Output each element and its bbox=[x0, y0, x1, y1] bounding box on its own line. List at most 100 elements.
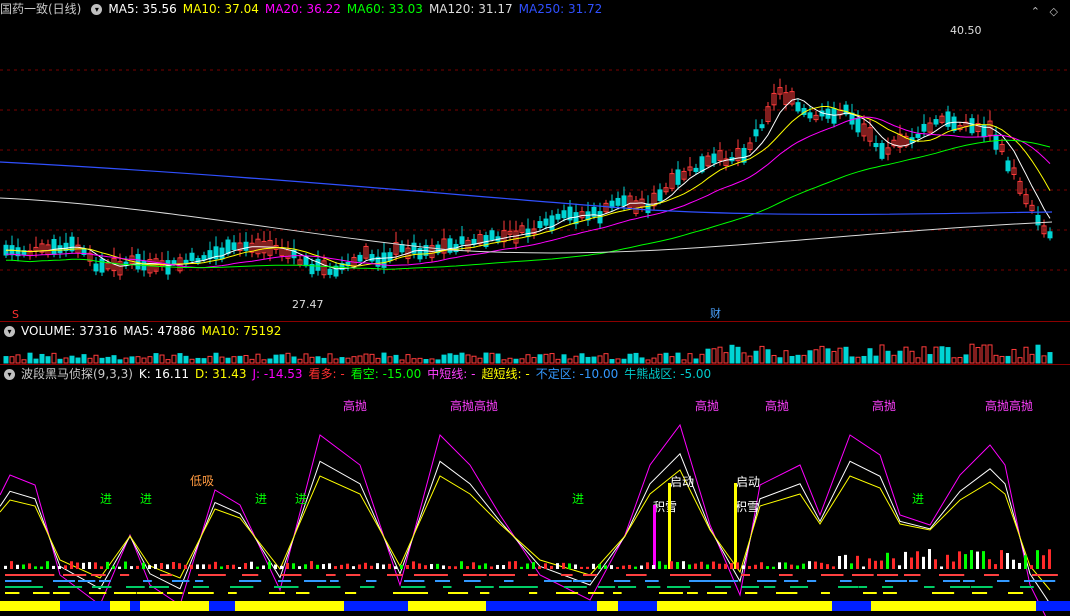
volume-bar bbox=[987, 344, 993, 364]
trend-band bbox=[110, 601, 130, 611]
candle-body bbox=[189, 252, 195, 262]
histogram-bar bbox=[10, 561, 13, 569]
candle-body bbox=[807, 112, 813, 119]
volume-bar bbox=[825, 348, 831, 364]
trend-band bbox=[683, 601, 723, 611]
collapse-icon[interactable]: ▾ bbox=[4, 326, 15, 337]
volume-bar bbox=[867, 348, 873, 364]
candle-body bbox=[51, 239, 57, 255]
ma5-line bbox=[6, 98, 1051, 270]
histogram-bar bbox=[64, 565, 67, 569]
histogram-bar bbox=[16, 564, 19, 569]
volume-bar bbox=[1011, 348, 1017, 364]
volume-bar bbox=[237, 355, 243, 364]
volume-bar bbox=[675, 352, 681, 364]
indicator-chart[interactable]: 高抛 高抛 高抛高抛高抛高抛 高抛高抛进进进进进进低吸 启动 启动积雪 积雪 bbox=[0, 365, 1070, 616]
histogram-bar bbox=[400, 564, 403, 569]
histogram-bar bbox=[256, 566, 259, 569]
histogram-bar bbox=[94, 562, 97, 569]
volume-bar bbox=[459, 352, 465, 364]
volume-bar bbox=[291, 356, 297, 364]
trend-band bbox=[970, 601, 1007, 611]
histogram-bar bbox=[232, 564, 235, 569]
volume-bar bbox=[339, 357, 345, 364]
volume-bar bbox=[1041, 355, 1047, 364]
marker-cai: 财 bbox=[710, 306, 721, 320]
histogram-bar bbox=[892, 558, 895, 569]
price-chart[interactable]: 40.50 27.47 S 财 bbox=[0, 0, 1070, 321]
histogram-bar bbox=[550, 565, 553, 569]
histogram-bar bbox=[1018, 562, 1021, 569]
candle-body bbox=[759, 124, 765, 129]
volume-bar bbox=[705, 348, 711, 364]
indicator-pane[interactable]: ▾ 波段黑马侦探(9,3,3) K: 16.11 D: 31.43 J: -14.53 看… bbox=[0, 365, 1070, 616]
volume-bar bbox=[57, 358, 63, 364]
volume-bar bbox=[531, 357, 537, 364]
volume-bar bbox=[891, 354, 897, 364]
trend-band bbox=[1007, 601, 1036, 611]
volume-bar bbox=[615, 358, 621, 364]
diamond-icon[interactable]: ◇ bbox=[1050, 5, 1058, 18]
stock-title: 国药一致(日线) bbox=[0, 2, 82, 16]
histogram-bar bbox=[1030, 565, 1033, 569]
volume-bar bbox=[135, 356, 141, 364]
collapse-icon[interactable]: ▾ bbox=[4, 369, 15, 380]
volume-bar bbox=[375, 357, 381, 364]
candle-body bbox=[933, 119, 939, 125]
volume-bar bbox=[405, 354, 411, 364]
volume-bar bbox=[855, 356, 861, 364]
volume-bar bbox=[435, 359, 441, 364]
histogram-bar bbox=[520, 566, 523, 569]
volume-bar bbox=[351, 356, 357, 364]
volume-bar bbox=[519, 358, 525, 364]
histogram-bar bbox=[208, 564, 211, 569]
volume-bar bbox=[27, 352, 33, 364]
volume-bar bbox=[219, 356, 225, 364]
volume-bar bbox=[687, 353, 693, 364]
label-qidong: 启动 bbox=[736, 475, 760, 489]
candle-body bbox=[327, 268, 333, 275]
ma60-line bbox=[6, 139, 1051, 270]
histogram-bar bbox=[688, 564, 691, 569]
histogram-bar bbox=[490, 566, 493, 569]
histogram-bar bbox=[682, 561, 685, 569]
volume-bar bbox=[171, 354, 177, 364]
chevron-up-icon[interactable]: ⌃ bbox=[1031, 5, 1040, 18]
histogram-bar bbox=[76, 562, 79, 569]
volume-bar bbox=[783, 350, 789, 364]
volume-bar bbox=[477, 357, 483, 364]
volume-bar bbox=[513, 358, 519, 364]
histogram-bar bbox=[994, 564, 997, 569]
volume-bar bbox=[801, 354, 807, 364]
volume-bar bbox=[225, 357, 231, 364]
volume-pane[interactable]: ▾ VOLUME: 37316 MA5: 47886 MA10: 75192 bbox=[0, 322, 1070, 365]
histogram-bar bbox=[736, 562, 739, 569]
histogram-bar bbox=[586, 566, 589, 569]
volume-bar bbox=[927, 354, 933, 364]
collapse-icon[interactable]: ▾ bbox=[91, 4, 103, 15]
histogram-bar bbox=[634, 566, 637, 569]
histogram-bar bbox=[508, 561, 511, 569]
volume-bar bbox=[813, 349, 819, 364]
volume-bar bbox=[393, 354, 399, 364]
histogram-bar bbox=[658, 561, 661, 569]
volume-bar bbox=[105, 356, 111, 364]
histogram-bar bbox=[160, 562, 163, 569]
trend-band bbox=[543, 601, 597, 611]
histogram-bar bbox=[982, 551, 985, 569]
volume-bar bbox=[441, 354, 447, 364]
price-pane[interactable]: 国药一致(日线) ▾ MA5: 35.56 MA10: 37.04 MA20: 36.2… bbox=[0, 0, 1070, 322]
volume-bar bbox=[735, 346, 741, 364]
volume-bar bbox=[669, 356, 675, 364]
volume-bar bbox=[489, 352, 495, 364]
histogram-bar bbox=[880, 560, 883, 569]
histogram-bar bbox=[574, 564, 577, 569]
volume-bar bbox=[123, 357, 129, 364]
candle-body bbox=[537, 221, 543, 229]
candle-body bbox=[693, 167, 699, 172]
histogram-bar bbox=[394, 566, 397, 569]
volume-bar bbox=[213, 352, 219, 364]
histogram-bar bbox=[466, 566, 469, 569]
vol-ma10-label: MA10: 75192 bbox=[201, 324, 282, 338]
histogram-bar bbox=[898, 565, 901, 569]
